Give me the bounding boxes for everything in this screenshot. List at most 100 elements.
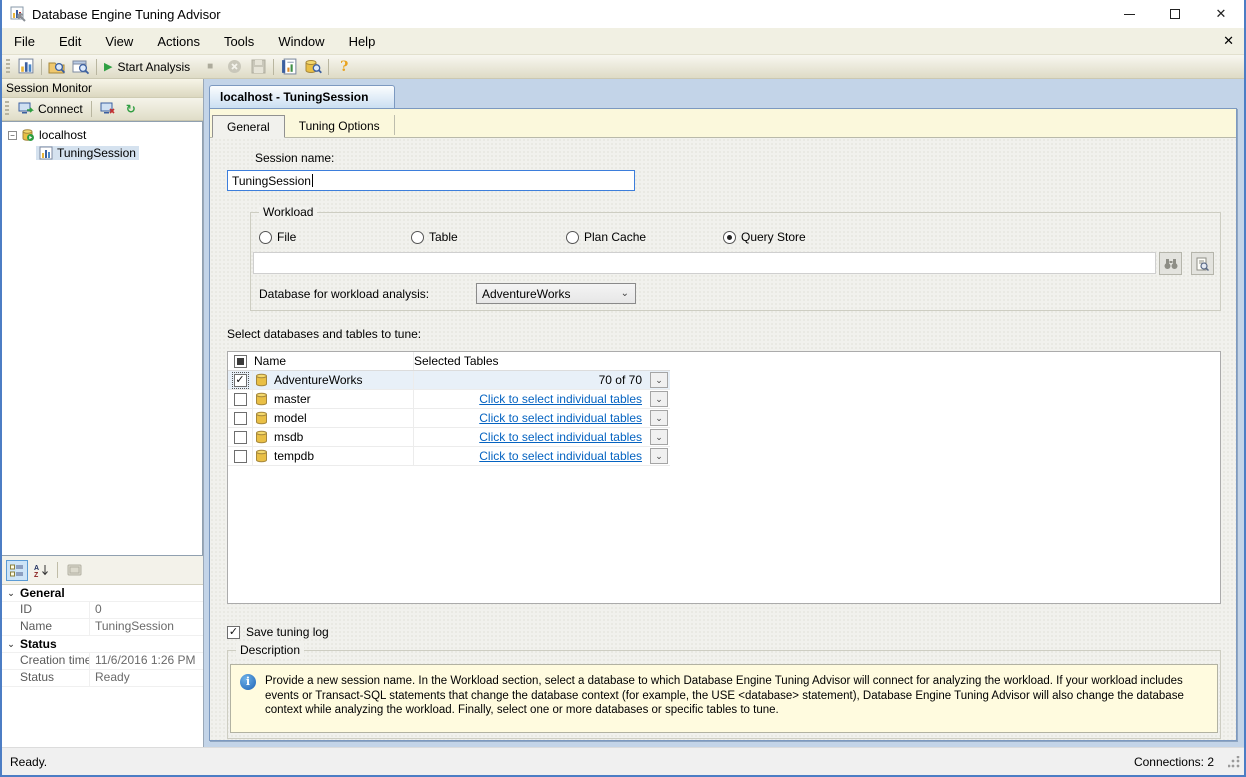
radio-query-store[interactable]: Query Store (723, 230, 806, 244)
description-legend: Description (236, 643, 304, 657)
tab-tuning-options[interactable]: Tuning Options (285, 114, 394, 137)
menu-edit[interactable]: Edit (47, 29, 93, 54)
select-tables-link[interactable]: Click to select individual tables (479, 411, 642, 425)
collapse-icon[interactable]: − (8, 131, 17, 140)
tables-dropdown-button[interactable]: ⌄ (650, 448, 668, 464)
radio-label: Plan Cache (584, 230, 646, 244)
session-name-label: Session name: (255, 151, 334, 165)
row-checkbox[interactable] (234, 393, 247, 406)
categorized-view-button[interactable] (6, 560, 28, 581)
property-row[interactable]: ID 0 (2, 602, 203, 619)
document-close-icon[interactable]: ✕ (1223, 33, 1234, 49)
database-name: master (274, 392, 311, 406)
connect-button[interactable]: Connect (13, 100, 88, 118)
description-text: Provide a new session name. In the Workl… (265, 674, 1207, 732)
database-name: AdventureWorks (274, 373, 362, 387)
tables-dropdown-button[interactable]: ⌄ (650, 410, 668, 426)
session-node-label[interactable]: TuningSession (57, 146, 136, 160)
session-tree: − localhost (2, 121, 203, 556)
tree-node-server[interactable]: − localhost (2, 126, 202, 144)
document-tab[interactable]: localhost - TuningSession (209, 85, 395, 108)
tab-general[interactable]: General (212, 115, 285, 138)
select-all-checkbox[interactable] (234, 355, 247, 368)
new-session-icon (18, 58, 35, 75)
table-row[interactable]: tempdb Click to select individual tables… (228, 447, 670, 466)
radio-file[interactable]: File (259, 230, 296, 244)
disconnect-icon (100, 102, 116, 116)
grid-header-row: Name Selected Tables (228, 352, 670, 371)
tree-node-session[interactable]: TuningSession (2, 144, 202, 162)
open-workload-button[interactable] (69, 56, 93, 78)
column-header-name[interactable]: Name (252, 352, 413, 370)
save-tuning-log-option[interactable]: ✓ Save tuning log (227, 625, 329, 639)
open-session-button[interactable] (45, 56, 69, 78)
row-checkbox[interactable] (234, 412, 247, 425)
maximize-button[interactable] (1152, 0, 1198, 28)
radio-plan-cache[interactable]: Plan Cache (566, 230, 646, 244)
start-analysis-button[interactable]: ▶ Start Analysis (100, 56, 198, 78)
property-value: TuningSession (90, 619, 203, 635)
column-header-selected-tables[interactable]: Selected Tables (413, 352, 648, 370)
play-icon: ▶ (104, 60, 112, 73)
menu-window[interactable]: Window (266, 29, 336, 54)
select-tables-link[interactable]: Click to select individual tables (479, 430, 642, 444)
select-databases-label: Select databases and tables to tune: (227, 327, 421, 341)
table-row[interactable]: msdb Click to select individual tables ⌄ (228, 428, 670, 447)
property-row[interactable]: Status Ready (2, 670, 203, 687)
row-checkbox-checked[interactable]: ✓ (234, 374, 247, 387)
cancel-button-disabled (222, 56, 246, 78)
table-row[interactable]: master Click to select individual tables… (228, 390, 670, 409)
select-tables-link[interactable]: Click to select individual tables (479, 449, 642, 463)
alphabetical-sort-button[interactable]: A Z (30, 560, 52, 581)
property-pages-button (63, 560, 85, 581)
property-category[interactable]: ⌄ General (2, 585, 203, 602)
menu-file[interactable]: File (2, 29, 47, 54)
property-row[interactable]: Name TuningSession (2, 619, 203, 636)
radio-circle (259, 231, 272, 244)
new-session-button[interactable] (14, 56, 38, 78)
workload-db-combobox[interactable]: AdventureWorks ⌄ (476, 283, 636, 304)
description-groupbox: Description i Provide a new session name… (227, 650, 1221, 739)
server-node-label[interactable]: localhost (39, 128, 86, 142)
select-tables-link[interactable]: Click to select individual tables (479, 392, 642, 406)
report-button[interactable] (277, 56, 301, 78)
toolbar-separator (91, 101, 92, 117)
menu-actions[interactable]: Actions (145, 29, 212, 54)
save-tuning-log-checkbox[interactable]: ✓ (227, 626, 240, 639)
start-analysis-label: Start Analysis (117, 60, 190, 74)
menu-help[interactable]: Help (337, 29, 388, 54)
property-label: Status (2, 670, 90, 686)
radio-label: Table (429, 230, 458, 244)
menu-tools[interactable]: Tools (212, 29, 266, 54)
row-checkbox[interactable] (234, 450, 247, 463)
close-button[interactable]: ✕ (1198, 0, 1244, 28)
text-caret (312, 174, 313, 187)
browse-file-button (1159, 252, 1182, 275)
refresh-button[interactable]: ↻ (121, 100, 141, 118)
help-button[interactable]: ? (332, 56, 356, 78)
radio-table[interactable]: Table (411, 230, 458, 244)
tuning-session-icon (39, 146, 53, 160)
tables-dropdown-button[interactable]: ⌄ (650, 391, 668, 407)
session-monitor-header: Session Monitor (2, 79, 203, 98)
menu-view[interactable]: View (93, 29, 145, 54)
analyze-workload-button (1191, 252, 1214, 275)
toolbar-separator (41, 59, 42, 75)
app-window: Database Engine Tuning Advisor ✕ File Ed… (0, 0, 1246, 777)
table-row[interactable]: model Click to select individual tables … (228, 409, 670, 428)
session-name-input[interactable]: TuningSession (227, 170, 635, 191)
tables-dropdown-button[interactable]: ⌄ (650, 372, 668, 388)
session-name-value: TuningSession (232, 174, 311, 188)
disconnect-button[interactable] (95, 100, 121, 118)
minimize-button[interactable] (1106, 0, 1152, 28)
row-checkbox[interactable] (234, 431, 247, 444)
radio-label: Query Store (741, 230, 806, 244)
tune-database-button[interactable] (301, 56, 325, 78)
tables-dropdown-button[interactable]: ⌄ (650, 429, 668, 445)
resize-grip[interactable] (1228, 756, 1240, 768)
property-category[interactable]: ⌄ Status (2, 636, 203, 653)
table-row[interactable]: ✓ AdventureWorks 70 of 70 ⌄ (228, 371, 670, 390)
property-row[interactable]: Creation time 11/6/2016 1:26 PM (2, 653, 203, 670)
chevron-down-icon: ⌄ (615, 288, 635, 299)
category-label: Status (20, 637, 57, 651)
